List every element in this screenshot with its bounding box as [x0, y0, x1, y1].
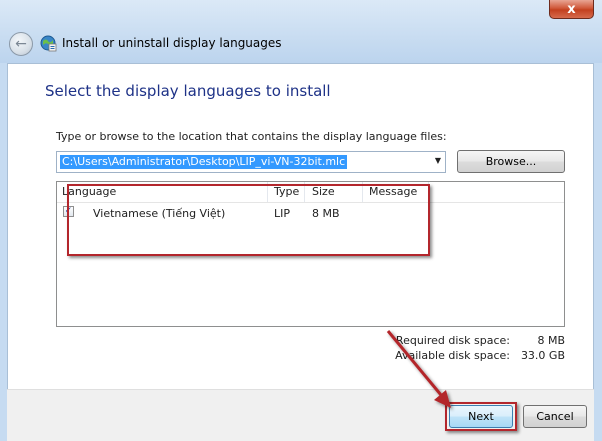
required-disk-space-value: 8 MB	[537, 334, 565, 347]
dialog-window: x ← Install or uninstall display languag…	[0, 0, 602, 441]
page-heading: Select the display languages to install	[45, 82, 331, 100]
path-combobox[interactable]: C:\Users\Administrator\Desktop\LIP_vi-VN…	[56, 151, 446, 173]
available-disk-space-label: Available disk space:	[395, 349, 510, 362]
browse-button[interactable]: Browse...	[457, 150, 565, 173]
next-button[interactable]: Next	[449, 405, 513, 428]
back-arrow-icon: ←	[15, 36, 27, 52]
available-disk-space-value: 33.0 GB	[520, 349, 565, 362]
annotation-highlight-box	[67, 184, 430, 256]
required-disk-space-label: Required disk space:	[395, 334, 510, 347]
close-button[interactable]: x	[549, 0, 594, 19]
cancel-button[interactable]: Cancel	[523, 405, 587, 428]
path-input-value[interactable]: C:\Users\Administrator\Desktop\LIP_vi-VN…	[60, 155, 348, 169]
back-button[interactable]: ←	[9, 32, 33, 56]
content-pane: Select the display languages to install …	[7, 63, 594, 389]
dropdown-arrow-icon[interactable]: ▼	[435, 156, 441, 165]
language-list[interactable]: Language Type Size Message ✓ Vietnamese …	[56, 181, 565, 327]
path-instruction-label: Type or browse to the location that cont…	[56, 130, 447, 143]
button-bar: Next Cancel	[7, 389, 594, 441]
title-bar: x ← Install or uninstall display languag…	[0, 0, 602, 63]
window-title: Install or uninstall display languages	[62, 36, 282, 50]
close-icon: x	[567, 1, 576, 17]
globe-icon	[40, 35, 57, 52]
